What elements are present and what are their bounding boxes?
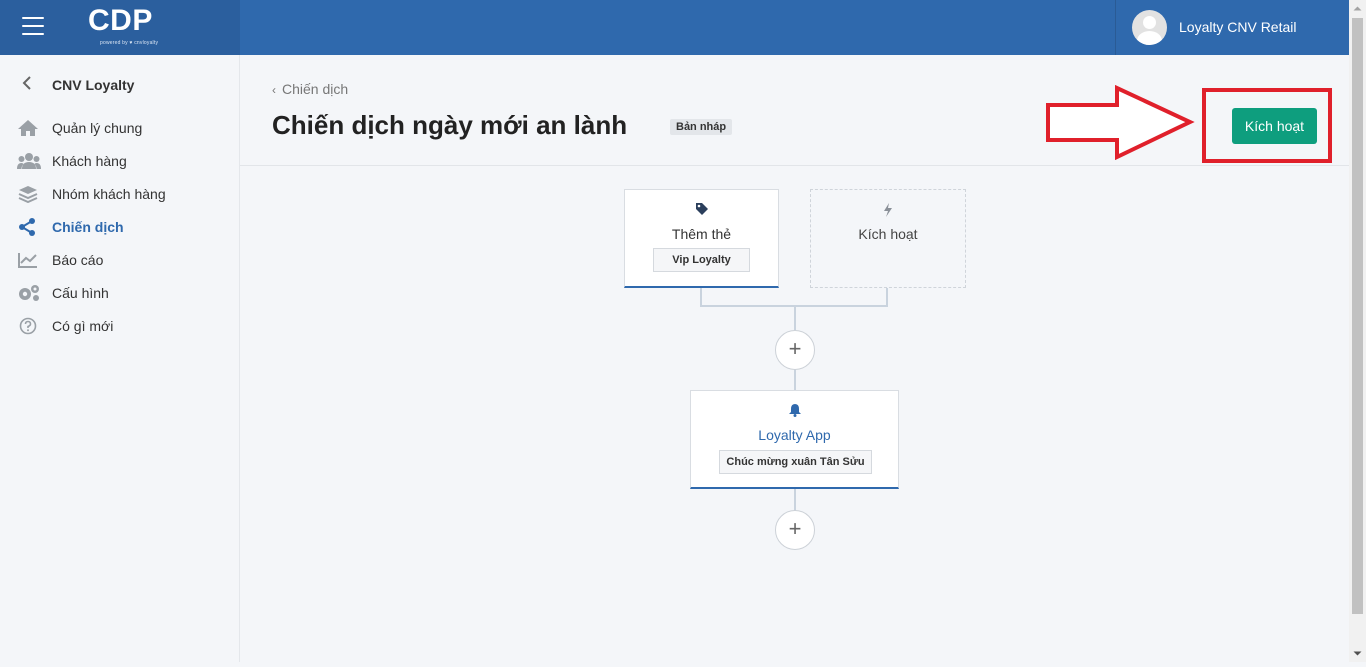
main-content: ‹ Chiến dịch Chiến dịch ngày mới an lành … bbox=[240, 55, 1349, 662]
breadcrumb[interactable]: ‹ Chiến dịch bbox=[272, 81, 348, 97]
trigger-card[interactable]: Thêm thẻ Vip Loyalty bbox=[624, 189, 779, 288]
connector-line bbox=[886, 288, 888, 306]
chevron-left-icon bbox=[22, 75, 32, 94]
bell-icon bbox=[788, 403, 802, 422]
share-icon bbox=[17, 218, 39, 236]
connector-line bbox=[794, 369, 796, 391]
sidebar-item-settings[interactable]: Cấu hình bbox=[0, 282, 239, 315]
header-divider bbox=[240, 165, 1349, 166]
sidebar-item-label: Có gì mới bbox=[52, 318, 114, 334]
scrollbar-thumb[interactable] bbox=[1352, 18, 1363, 614]
sidebar: CNV Loyalty Quản lý chung Khách hàng Nhó… bbox=[0, 55, 240, 662]
chevron-left-icon: ‹ bbox=[272, 83, 276, 97]
sidebar-item-campaigns[interactable]: Chiến dịch bbox=[0, 216, 239, 249]
user-name: Loyalty CNV Retail bbox=[1179, 19, 1297, 35]
trigger-card-tag: Vip Loyalty bbox=[653, 248, 750, 272]
tag-icon bbox=[695, 202, 709, 221]
gears-icon bbox=[17, 284, 39, 302]
sidebar-back-label: CNV Loyalty bbox=[52, 77, 135, 93]
annotation-arrow-icon bbox=[1046, 85, 1195, 160]
sidebar-item-overview[interactable]: Quản lý chung bbox=[0, 117, 239, 150]
sidebar-item-label: Khách hàng bbox=[52, 153, 127, 169]
sidebar-item-reports[interactable]: Báo cáo bbox=[0, 249, 239, 282]
sidebar-item-whats-new[interactable]: Có gì mới bbox=[0, 315, 239, 348]
logo[interactable]: CDP powered by ♥ cnvloyalty bbox=[88, 5, 168, 51]
menu-toggle-icon[interactable] bbox=[22, 17, 44, 37]
brand-area: CDP powered by ♥ cnvloyalty bbox=[0, 0, 240, 55]
user-menu[interactable]: Loyalty CNV Retail bbox=[1115, 0, 1349, 55]
sidebar-item-label: Báo cáo bbox=[52, 252, 104, 268]
chart-line-icon bbox=[17, 251, 39, 269]
action-card[interactable]: Loyalty App Chúc mừng xuân Tân Sửu bbox=[690, 390, 899, 489]
sidebar-item-customers[interactable]: Khách hàng bbox=[0, 150, 239, 183]
action-card-title: Loyalty App bbox=[758, 427, 831, 443]
page-title: Chiến dịch ngày mới an lành bbox=[272, 110, 628, 140]
question-circle-icon bbox=[17, 317, 39, 335]
action-card-tag: Chúc mừng xuân Tân Sửu bbox=[719, 450, 872, 474]
bolt-icon bbox=[882, 202, 894, 223]
activation-card[interactable]: Kích hoạt bbox=[810, 189, 966, 288]
home-icon bbox=[17, 119, 39, 137]
users-icon bbox=[17, 152, 41, 170]
connector-line bbox=[794, 306, 796, 330]
sidebar-item-label: Nhóm khách hàng bbox=[52, 186, 166, 202]
scroll-up-icon[interactable] bbox=[1349, 0, 1366, 17]
sidebar-item-label: Chiến dịch bbox=[52, 219, 124, 235]
avatar bbox=[1132, 10, 1167, 45]
activate-button[interactable]: Kích hoạt bbox=[1232, 108, 1317, 144]
scroll-down-icon[interactable] bbox=[1349, 645, 1366, 662]
trigger-card-title: Thêm thẻ bbox=[671, 226, 732, 242]
add-step-button[interactable]: + bbox=[775, 330, 815, 370]
add-step-button[interactable]: + bbox=[775, 510, 815, 550]
sidebar-item-label: Quản lý chung bbox=[52, 120, 143, 136]
connector-line bbox=[700, 288, 702, 306]
activation-card-title: Kích hoạt bbox=[858, 226, 918, 242]
layers-icon bbox=[17, 185, 39, 204]
logo-text: CDP bbox=[88, 4, 153, 37]
connector-line bbox=[794, 488, 796, 511]
status-badge: Bản nháp bbox=[670, 119, 733, 135]
sidebar-item-customer-groups[interactable]: Nhóm khách hàng bbox=[0, 183, 239, 216]
breadcrumb-label: Chiến dịch bbox=[282, 81, 349, 97]
top-bar: CDP powered by ♥ cnvloyalty Loyalty CNV … bbox=[0, 0, 1349, 55]
sidebar-item-label: Cấu hình bbox=[52, 285, 109, 301]
page-scrollbar[interactable] bbox=[1349, 0, 1366, 662]
sidebar-nav: Quản lý chung Khách hàng Nhóm khách hàng… bbox=[0, 117, 239, 348]
logo-subtext: powered by ♥ cnvloyalty bbox=[100, 40, 159, 46]
